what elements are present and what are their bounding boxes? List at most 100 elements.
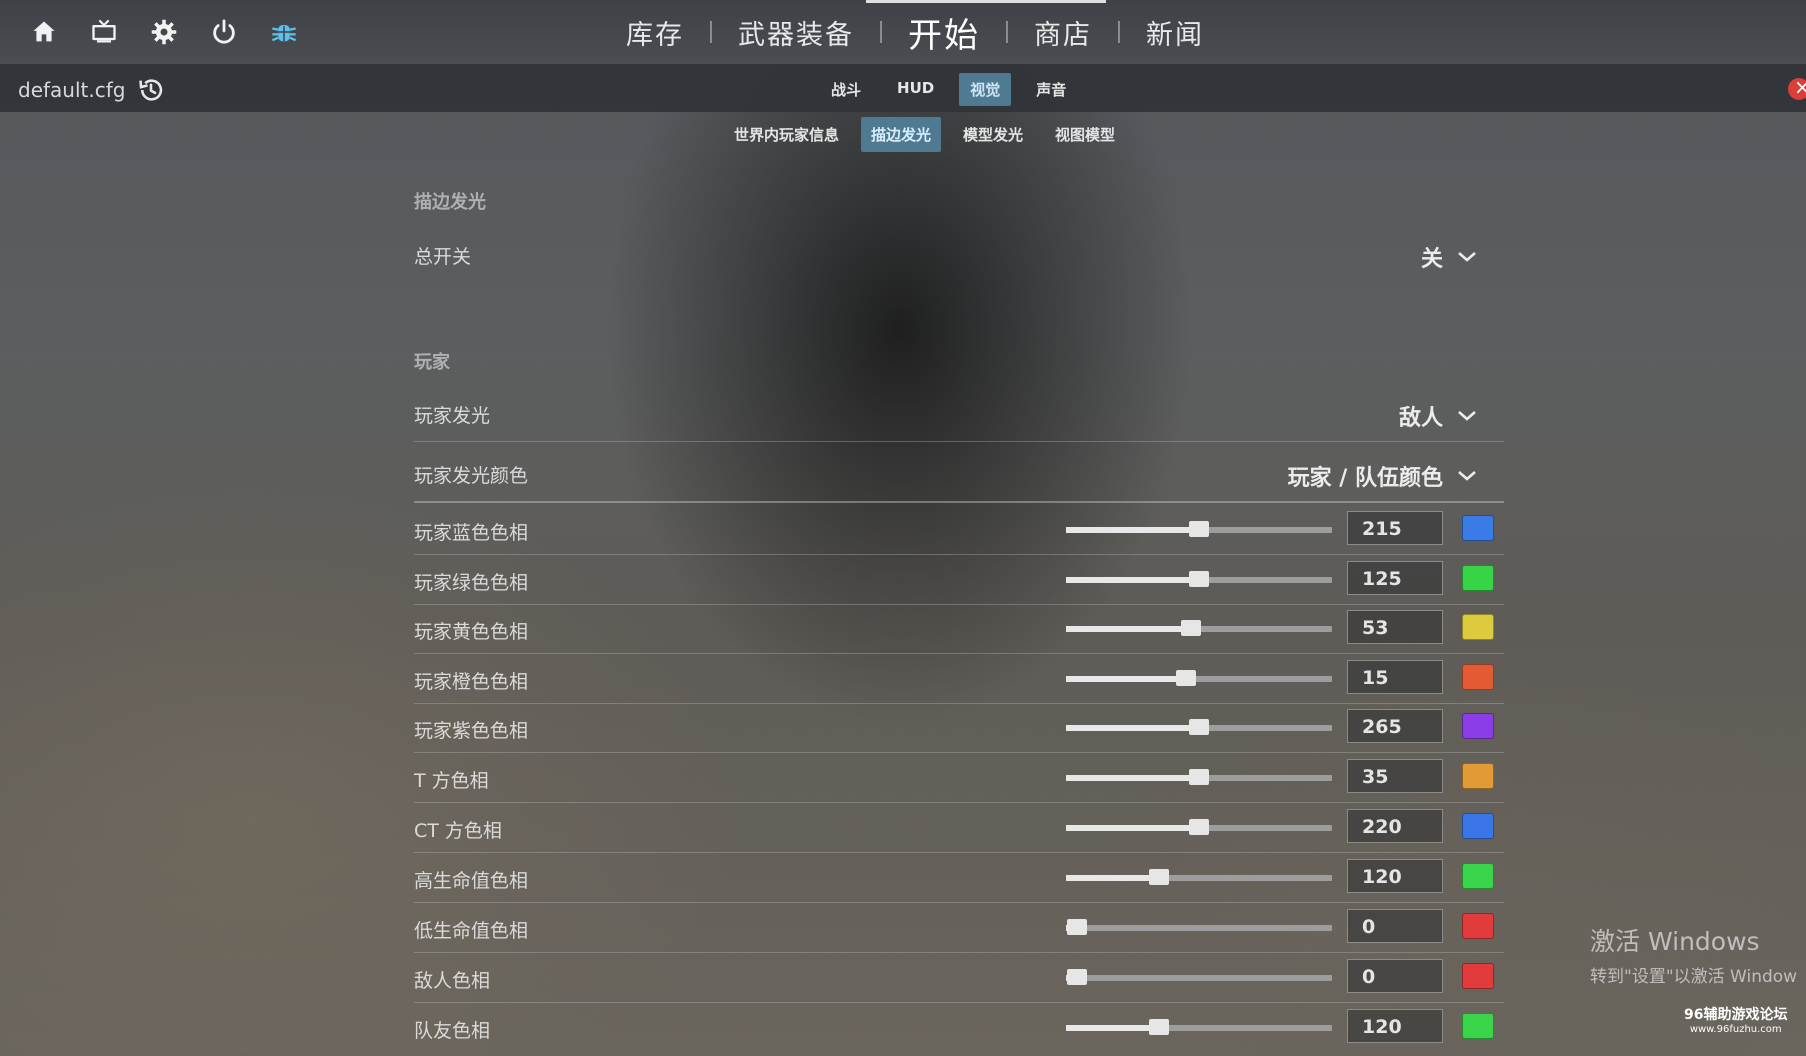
hue-label: 队友色相: [414, 1020, 491, 1042]
slider-thumb[interactable]: [1189, 521, 1209, 537]
subtab-outline-glow[interactable]: 描边发光: [861, 117, 942, 152]
color-swatch[interactable]: [1462, 913, 1494, 939]
top-bar: 库存 武器装备 开始 商店 新闻: [0, 0, 1806, 64]
slider-thumb[interactable]: [1149, 869, 1170, 885]
hue-value-input[interactable]: 215: [1347, 511, 1443, 545]
watermark-line1: 激活 Windows: [1590, 927, 1760, 956]
color-swatch[interactable]: [1462, 565, 1494, 591]
row-divider: [414, 441, 1504, 442]
hue-label: 低生命值色相: [414, 920, 529, 942]
hue-value-input[interactable]: 125: [1347, 561, 1443, 595]
chevron-down-icon: [1458, 411, 1476, 421]
nav-store[interactable]: 商店: [1008, 13, 1118, 52]
subtab-model-glow[interactable]: 模型发光: [953, 117, 1033, 152]
master-switch-dropdown[interactable]: 关: [1421, 241, 1477, 273]
hue-value-input[interactable]: 53: [1347, 610, 1443, 644]
hue-row-enemy: 敌人色相 0: [414, 953, 1504, 1003]
hue-slider[interactable]: [1066, 869, 1332, 885]
chevron-down-icon: [1458, 471, 1476, 481]
slider-thumb[interactable]: [1175, 670, 1196, 686]
tv-icon: [92, 19, 116, 43]
chevron-down-icon: [1458, 252, 1476, 262]
color-swatch[interactable]: [1462, 763, 1494, 789]
master-switch-value: 关: [1420, 247, 1443, 272]
hue-row-high-health: 高生命值色相 120: [414, 853, 1504, 903]
hue-slider[interactable]: [1066, 919, 1332, 935]
player-glow-dropdown[interactable]: 敌人: [1399, 400, 1477, 432]
hue-value-input[interactable]: 0: [1347, 959, 1443, 993]
hue-slider[interactable]: [1066, 571, 1332, 587]
hue-slider[interactable]: [1066, 819, 1332, 835]
settings-button[interactable]: [134, 14, 194, 50]
power-button[interactable]: [194, 14, 254, 50]
color-swatch[interactable]: [1462, 664, 1494, 690]
bug-button[interactable]: [254, 14, 314, 50]
nav-play[interactable]: 开始: [882, 8, 1006, 57]
tab-hud[interactable]: HUD: [886, 73, 945, 106]
subtab-player-info[interactable]: 世界内玩家信息: [724, 117, 849, 152]
color-swatch[interactable]: [1462, 1013, 1494, 1039]
hue-value-input[interactable]: 265: [1347, 709, 1443, 743]
hue-label: 玩家紫色色相: [414, 720, 529, 742]
player-glow-color-dropdown[interactable]: 玩家 / 队伍颜色: [1288, 460, 1477, 492]
hue-slider[interactable]: [1066, 719, 1332, 735]
color-swatch[interactable]: [1462, 713, 1494, 739]
config-selector[interactable]: default.cfg: [18, 76, 165, 104]
subtab-viewmodel[interactable]: 视图模型: [1045, 117, 1125, 152]
slider-thumb[interactable]: [1189, 769, 1209, 785]
hue-value-input[interactable]: 120: [1347, 1009, 1443, 1043]
section-title-player: 玩家: [414, 352, 450, 373]
hue-value-input[interactable]: 120: [1347, 859, 1443, 893]
slider-fill: [1066, 725, 1199, 731]
slider-fill: [1066, 626, 1192, 632]
hue-label: 玩家黄色色相: [414, 621, 529, 643]
hue-label: 玩家蓝色色相: [414, 522, 529, 544]
color-swatch[interactable]: [1462, 863, 1494, 889]
hue-label: 敌人色相: [414, 970, 491, 992]
tv-button[interactable]: [74, 14, 134, 50]
color-swatch[interactable]: [1462, 963, 1494, 989]
tab-visuals[interactable]: 视觉: [959, 73, 1012, 106]
color-swatch[interactable]: [1462, 813, 1494, 839]
slider-thumb[interactable]: [1181, 620, 1202, 636]
slider-fill: [1066, 1025, 1160, 1031]
history-icon[interactable]: [137, 76, 165, 104]
slider-thumb[interactable]: [1066, 919, 1087, 935]
hue-label: T 方色相: [414, 770, 489, 792]
home-button[interactable]: [14, 14, 74, 50]
slider-thumb[interactable]: [1066, 969, 1087, 985]
player-glow-label: 玩家发光: [414, 405, 491, 427]
nav-news[interactable]: 新闻: [1120, 13, 1230, 52]
hue-slider[interactable]: [1066, 769, 1332, 785]
hue-value-input[interactable]: 220: [1347, 809, 1443, 843]
slider-thumb[interactable]: [1189, 819, 1209, 835]
color-swatch[interactable]: [1462, 515, 1494, 541]
home-icon: [33, 21, 55, 42]
slider-thumb[interactable]: [1149, 1019, 1170, 1035]
power-icon: [213, 19, 235, 44]
nav-inventory[interactable]: 库存: [600, 13, 710, 52]
watermark-line2: 转到"设置"以激活 Window: [1590, 967, 1798, 987]
color-swatch[interactable]: [1462, 614, 1494, 640]
tab-combat[interactable]: 战斗: [820, 73, 872, 106]
config-bar: default.cfg 战斗 HUD 视觉 声音: [0, 64, 1806, 112]
nav-loadout[interactable]: 武器装备: [712, 13, 880, 52]
hue-slider[interactable]: [1066, 521, 1332, 537]
tab-sound[interactable]: 声音: [1025, 73, 1077, 106]
hue-slider[interactable]: [1066, 620, 1332, 636]
forum-watermark: 96辅助游戏论坛 www.96fuzhu.com: [1684, 1004, 1787, 1035]
hue-row-player-purple: 玩家紫色色相 265: [414, 703, 1504, 753]
hue-value-input[interactable]: 15: [1347, 660, 1443, 694]
slider-fill: [1066, 577, 1199, 583]
hue-slider[interactable]: [1066, 969, 1332, 985]
hue-slider[interactable]: [1066, 670, 1332, 686]
top-icon-group: [14, 14, 314, 50]
hue-value-input[interactable]: 0: [1347, 909, 1443, 943]
hue-slider[interactable]: [1066, 1019, 1332, 1035]
hue-value-input[interactable]: 35: [1347, 759, 1443, 793]
hue-row-player-blue: 玩家蓝色色相 215: [414, 505, 1504, 555]
close-icon[interactable]: [1788, 75, 1806, 100]
slider-fill: [1066, 825, 1199, 831]
slider-thumb[interactable]: [1189, 571, 1209, 587]
slider-thumb[interactable]: [1189, 719, 1209, 735]
